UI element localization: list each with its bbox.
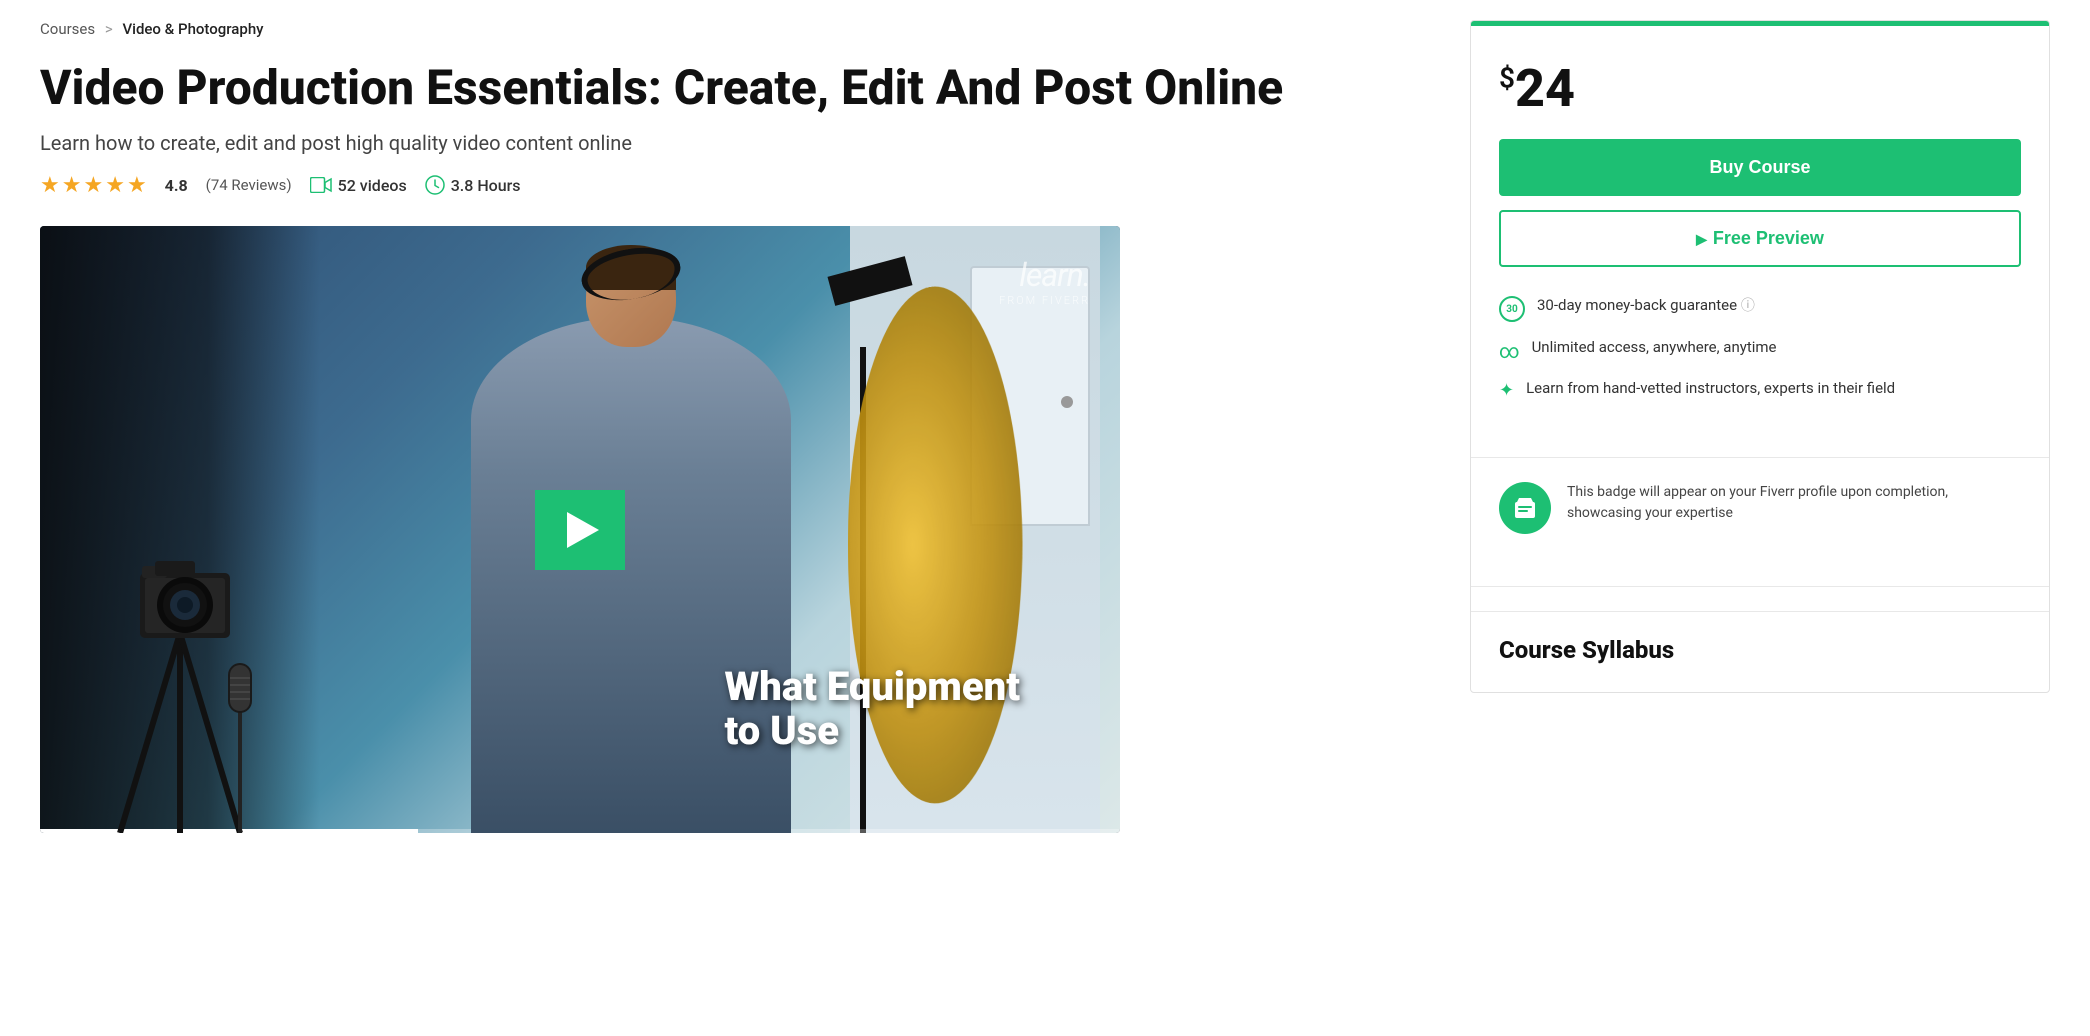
preview-play-icon: ▶: [1696, 231, 1707, 247]
feature-item-1: ∞ Unlimited access, anywhere, anytime: [1499, 338, 2021, 363]
play-icon: [567, 512, 599, 548]
breadcrumb: Courses > Video & Photography: [40, 20, 1430, 38]
sidebar-card: $24 Buy Course ▶ Free Preview 30 30-day m…: [1470, 20, 2050, 693]
hours-count: 3.8 Hours: [451, 176, 521, 195]
course-sidebar: $24 Buy Course ▶ Free Preview 30 30-day m…: [1470, 20, 2050, 833]
preview-label: Free Preview: [1713, 228, 1824, 248]
feature-item-2: ✦ Learn from hand-vetted instructors, ex…: [1499, 379, 2021, 401]
badge-section: This badge will appear on your Fiverr pr…: [1471, 482, 2049, 562]
sidebar-divider-2: [1471, 586, 2049, 587]
syllabus-title: Course Syllabus: [1499, 636, 2021, 664]
watermark-learn: learn.: [999, 256, 1090, 294]
camera-equipment: [80, 226, 280, 834]
overlay-line2: to Use: [725, 709, 1020, 753]
breadcrumb-parent-link[interactable]: Courses: [40, 20, 95, 38]
star-1: ★: [40, 173, 60, 198]
price-currency: $: [1499, 62, 1515, 95]
feature-text-0: 30-day money-back guarantee ⓘ: [1537, 295, 1755, 315]
feature-list: 30 30-day money-back guarantee ⓘ ∞ Unlim…: [1499, 295, 2021, 401]
instructor-icon: ✦: [1499, 380, 1514, 401]
videos-meta: 52 videos: [310, 176, 407, 195]
video-watermark: learn. FROM FIVERR: [999, 256, 1090, 308]
star-5: ★: [127, 173, 147, 198]
clock-icon: [425, 175, 445, 195]
feature-text-1: Unlimited access, anywhere, anytime: [1532, 338, 1777, 356]
video-overlay-text: What Equipment to Use: [725, 665, 1020, 753]
star-2: ★: [62, 173, 82, 198]
course-syllabus-section: Course Syllabus: [1471, 611, 2049, 692]
guarantee-icon: 30: [1499, 296, 1525, 322]
watermark-sub: FROM FIVERR: [999, 294, 1090, 307]
feature-item-0: 30 30-day money-back guarantee ⓘ: [1499, 295, 2021, 322]
rating-score: 4.8: [165, 176, 188, 195]
hours-meta: 3.8 Hours: [425, 175, 521, 195]
price-amount: 24: [1515, 58, 1575, 119]
main-content: Courses > Video & Photography Video Prod…: [40, 20, 1430, 833]
unlimited-icon: ∞: [1499, 339, 1520, 363]
star-rating: ★ ★ ★ ★ ★: [40, 173, 147, 198]
badge-icon: [1499, 482, 1551, 534]
star-3: ★: [83, 173, 103, 198]
breadcrumb-separator: >: [105, 20, 113, 38]
feature-text-2: Learn from hand-vetted instructors, expe…: [1526, 379, 1895, 397]
play-button[interactable]: [535, 490, 625, 570]
sidebar-divider-1: [1471, 457, 2049, 458]
buy-course-button[interactable]: Buy Course: [1499, 139, 2021, 196]
star-4: ★: [105, 173, 125, 198]
course-subtitle: Learn how to create, edit and post high …: [40, 131, 1430, 155]
overlay-line1: What Equipment: [725, 665, 1020, 709]
rating-reviews: (74 Reviews): [206, 176, 292, 194]
page-wrapper: Courses > Video & Photography Video Prod…: [0, 0, 2090, 853]
badge-description: This badge will appear on your Fiverr pr…: [1567, 482, 2021, 524]
videos-count: 52 videos: [338, 176, 407, 195]
sidebar-body: $24 Buy Course ▶ Free Preview 30 30-day m…: [1471, 26, 2049, 433]
video-icon: [310, 177, 332, 193]
video-player[interactable]: learn. FROM FIVERR What Equipment to Use: [40, 226, 1120, 834]
free-preview-button[interactable]: ▶ Free Preview: [1499, 210, 2021, 267]
course-price: $24: [1499, 58, 2021, 119]
course-title: Video Production Essentials: Create, Edi…: [40, 62, 1430, 115]
breadcrumb-current: Video & Photography: [122, 20, 263, 38]
rating-row: ★ ★ ★ ★ ★ 4.8 (74 Reviews) 52 videos: [40, 173, 1430, 198]
